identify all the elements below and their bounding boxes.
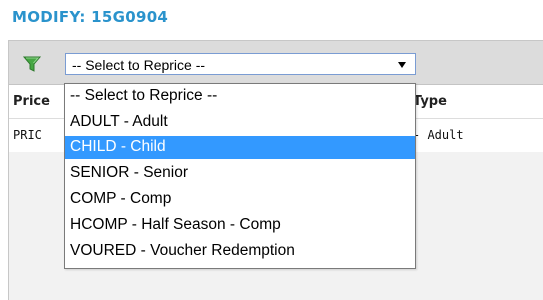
- reprice-select[interactable]: -- Select to Reprice --: [65, 53, 416, 75]
- option-voured[interactable]: VOURED - Voucher Redemption: [65, 240, 415, 263]
- option-select-to-reprice[interactable]: -- Select to Reprice --: [65, 85, 415, 108]
- option-adult[interactable]: ADULT - Adult: [65, 111, 415, 134]
- reprice-dropdown-list[interactable]: -- Select to Reprice -- ADULT - Adult CH…: [64, 83, 416, 269]
- reprice-select-value: -- Select to Reprice --: [72, 57, 206, 73]
- cell-type: - Adult: [413, 128, 464, 142]
- option-child[interactable]: CHILD - Child: [65, 136, 415, 159]
- option-senior[interactable]: SENIOR - Senior: [65, 162, 415, 185]
- cell-price: PRIC: [13, 128, 42, 142]
- chevron-down-icon: [398, 62, 406, 68]
- option-hcomp[interactable]: HCOMP - Half Season - Comp: [65, 214, 415, 237]
- option-comp[interactable]: COMP - Comp: [65, 188, 415, 211]
- funnel-filter-icon[interactable]: [21, 53, 43, 75]
- column-header-type[interactable]: Type: [413, 94, 447, 109]
- page-title: MODIFY: 15G0904: [12, 8, 169, 26]
- toolbar: -- Select to Reprice --: [9, 41, 543, 85]
- column-header-price[interactable]: Price: [13, 94, 50, 109]
